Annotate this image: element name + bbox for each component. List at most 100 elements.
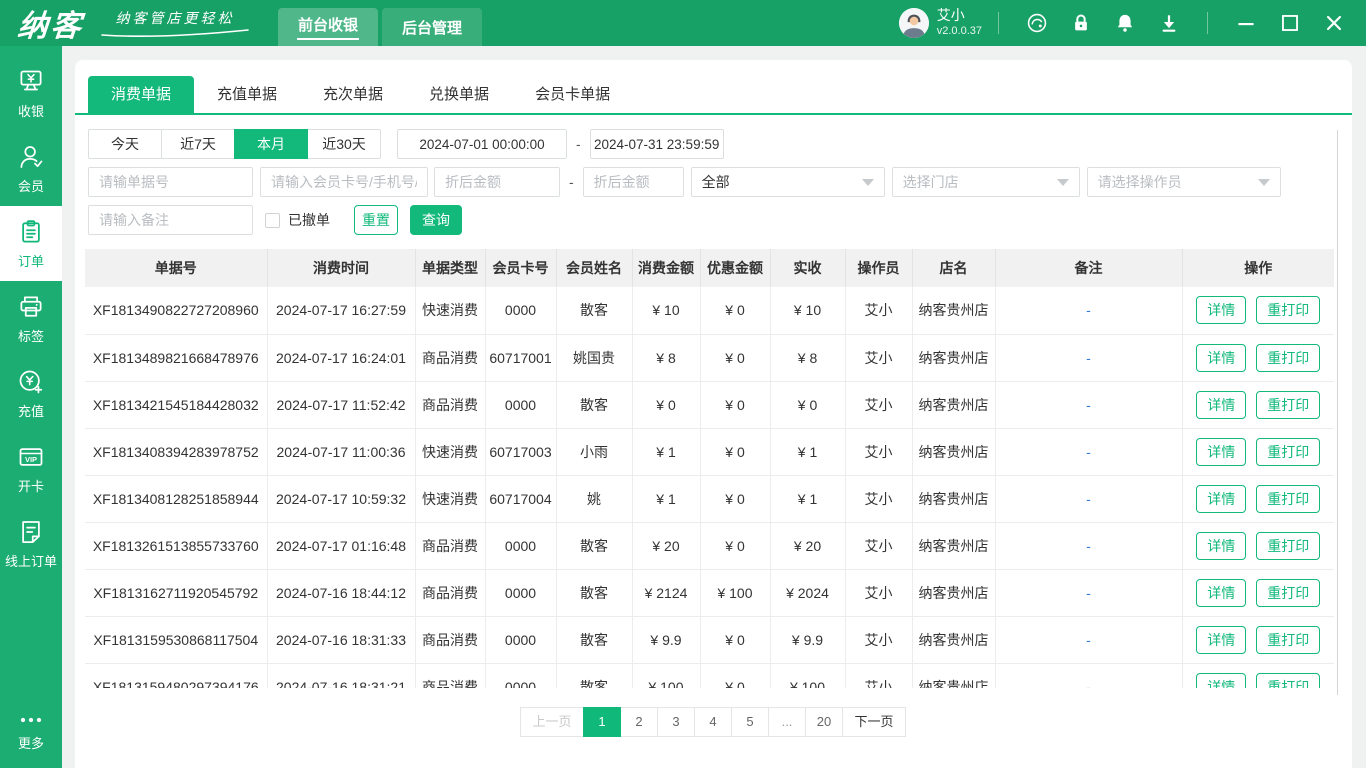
topbar-tab-前台收银[interactable]: 前台收银 <box>278 8 378 46</box>
column-header: 操作员 <box>845 249 912 287</box>
next-page-button[interactable]: 下一页 <box>842 707 906 737</box>
amount-max-input[interactable] <box>583 167 684 197</box>
reprint-button[interactable]: 重打印 <box>1256 391 1320 419</box>
slogan-swoosh-icon <box>100 29 250 38</box>
sidebar-item-订单[interactable]: 订单 <box>0 206 62 281</box>
lock-icon[interactable] <box>1070 12 1092 34</box>
detail-button[interactable]: 详情 <box>1196 626 1246 654</box>
maximize-button[interactable] <box>1277 10 1303 36</box>
sidebar-item-开卡[interactable]: VIP开卡 <box>0 431 62 506</box>
cell-actions: 详情重打印 <box>1182 381 1334 428</box>
cell-time: 2024-07-17 16:24:01 <box>267 334 415 381</box>
sidebar-item-会员[interactable]: 会员 <box>0 131 62 206</box>
bell-icon[interactable] <box>1114 12 1136 34</box>
close-button[interactable] <box>1321 10 1347 36</box>
cell-remark: - <box>995 381 1182 428</box>
remark-input[interactable] <box>88 205 253 235</box>
tab-充次单据[interactable]: 充次单据 <box>300 76 406 113</box>
operator-placeholder: 请选择操作员 <box>1098 172 1252 192</box>
order-no-input[interactable] <box>88 167 253 197</box>
operator-select[interactable]: 请选择操作员 <box>1087 167 1281 197</box>
range-button-本月[interactable]: 本月 <box>234 129 308 159</box>
sidebar-item-充值[interactable]: 充值 <box>0 356 62 431</box>
reprint-button[interactable]: 重打印 <box>1256 296 1320 324</box>
reprint-button[interactable]: 重打印 <box>1256 438 1320 466</box>
detail-button[interactable]: 详情 <box>1196 391 1246 419</box>
pay-type-value: 全部 <box>702 172 856 192</box>
detail-button[interactable]: 详情 <box>1196 485 1246 513</box>
table-scrollbar[interactable] <box>1337 130 1338 695</box>
cell-type: 商品消费 <box>415 381 485 428</box>
cell-amount: ¥ 100 <box>632 663 700 688</box>
cell-remark: - <box>995 522 1182 569</box>
cell-discount: ¥ 0 <box>700 616 770 663</box>
detail-button[interactable]: 详情 <box>1196 532 1246 560</box>
pagination: 上一页12345...20下一页 <box>75 707 1352 737</box>
tab-充值单据[interactable]: 充值单据 <box>194 76 300 113</box>
sidebar-item-标签[interactable]: 标签 <box>0 281 62 356</box>
date-separator: - <box>576 136 581 152</box>
sidebar-item-more[interactable]: 更多 <box>0 704 62 760</box>
reprint-button[interactable]: 重打印 <box>1256 532 1320 560</box>
reprint-button[interactable]: 重打印 <box>1256 626 1320 654</box>
cell-member: 散客 <box>556 381 632 428</box>
reset-button[interactable]: 重置 <box>354 205 398 235</box>
range-button-近7天[interactable]: 近7天 <box>161 129 235 159</box>
sidebar: 收银会员订单标签充值VIP开卡线上订单 更多 <box>0 46 62 768</box>
cell-type: 快速消费 <box>415 428 485 475</box>
table-row: XF18132615138557337602024-07-17 01:16:48… <box>85 522 1334 569</box>
prev-page-button[interactable]: 上一页 <box>520 707 584 737</box>
date-to-input[interactable] <box>590 129 724 159</box>
page-button-4[interactable]: 4 <box>694 707 732 737</box>
column-header: 会员卡号 <box>485 249 556 287</box>
cell-paid: ¥ 1 <box>770 475 845 522</box>
search-button[interactable]: 查询 <box>410 205 462 235</box>
cell-actions: 详情重打印 <box>1182 616 1334 663</box>
cell-amount: ¥ 8 <box>632 334 700 381</box>
page-button-5[interactable]: 5 <box>731 707 769 737</box>
detail-button[interactable]: 详情 <box>1196 296 1246 324</box>
column-header: 消费金额 <box>632 249 700 287</box>
page-button-2[interactable]: 2 <box>620 707 658 737</box>
customer-service-icon[interactable] <box>1026 12 1048 34</box>
download-icon[interactable] <box>1158 12 1180 34</box>
cell-time: 2024-07-17 11:00:36 <box>267 428 415 475</box>
page-button-3[interactable]: 3 <box>657 707 695 737</box>
label-printer-icon <box>17 293 45 321</box>
store-select[interactable]: 选择门店 <box>892 167 1080 197</box>
cell-actions: 详情重打印 <box>1182 334 1334 381</box>
tab-会员卡单据[interactable]: 会员卡单据 <box>512 76 633 113</box>
online-order-icon <box>17 518 45 546</box>
range-button-今天[interactable]: 今天 <box>88 129 162 159</box>
amount-min-input[interactable] <box>434 167 560 197</box>
cell-type: 商品消费 <box>415 334 485 381</box>
detail-button[interactable]: 详情 <box>1196 344 1246 372</box>
pay-type-select[interactable]: 全部 <box>691 167 885 197</box>
table-row: XF18134908227272089602024-07-17 16:27:59… <box>85 287 1334 334</box>
sidebar-item-收银[interactable]: 收银 <box>0 56 62 131</box>
reprint-button[interactable]: 重打印 <box>1256 485 1320 513</box>
range-button-近30天[interactable]: 近30天 <box>307 129 381 159</box>
cell-card-no: 0000 <box>485 522 556 569</box>
tab-兑换单据[interactable]: 兑换单据 <box>406 76 512 113</box>
page-button-20[interactable]: 20 <box>805 707 843 737</box>
tab-消费单据[interactable]: 消费单据 <box>88 76 194 113</box>
cell-discount: ¥ 0 <box>700 381 770 428</box>
detail-button[interactable]: 详情 <box>1196 579 1246 607</box>
date-from-input[interactable] <box>397 129 567 159</box>
chevron-down-icon <box>1057 179 1069 186</box>
sidebar-item-线上订单[interactable]: 线上订单 <box>0 506 62 581</box>
reprint-button[interactable]: 重打印 <box>1256 673 1320 689</box>
member-search-input[interactable] <box>260 167 428 197</box>
reprint-button[interactable]: 重打印 <box>1256 344 1320 372</box>
avatar[interactable] <box>899 8 929 38</box>
detail-button[interactable]: 详情 <box>1196 673 1246 689</box>
detail-button[interactable]: 详情 <box>1196 438 1246 466</box>
reprint-button[interactable]: 重打印 <box>1256 579 1320 607</box>
revoked-checkbox[interactable] <box>265 213 280 228</box>
page-button-1[interactable]: 1 <box>583 707 621 737</box>
topbar-tab-后台管理[interactable]: 后台管理 <box>382 8 482 46</box>
cell-actions: 详情重打印 <box>1182 287 1334 334</box>
minimize-button[interactable] <box>1233 10 1259 36</box>
cell-remark: - <box>995 663 1182 688</box>
